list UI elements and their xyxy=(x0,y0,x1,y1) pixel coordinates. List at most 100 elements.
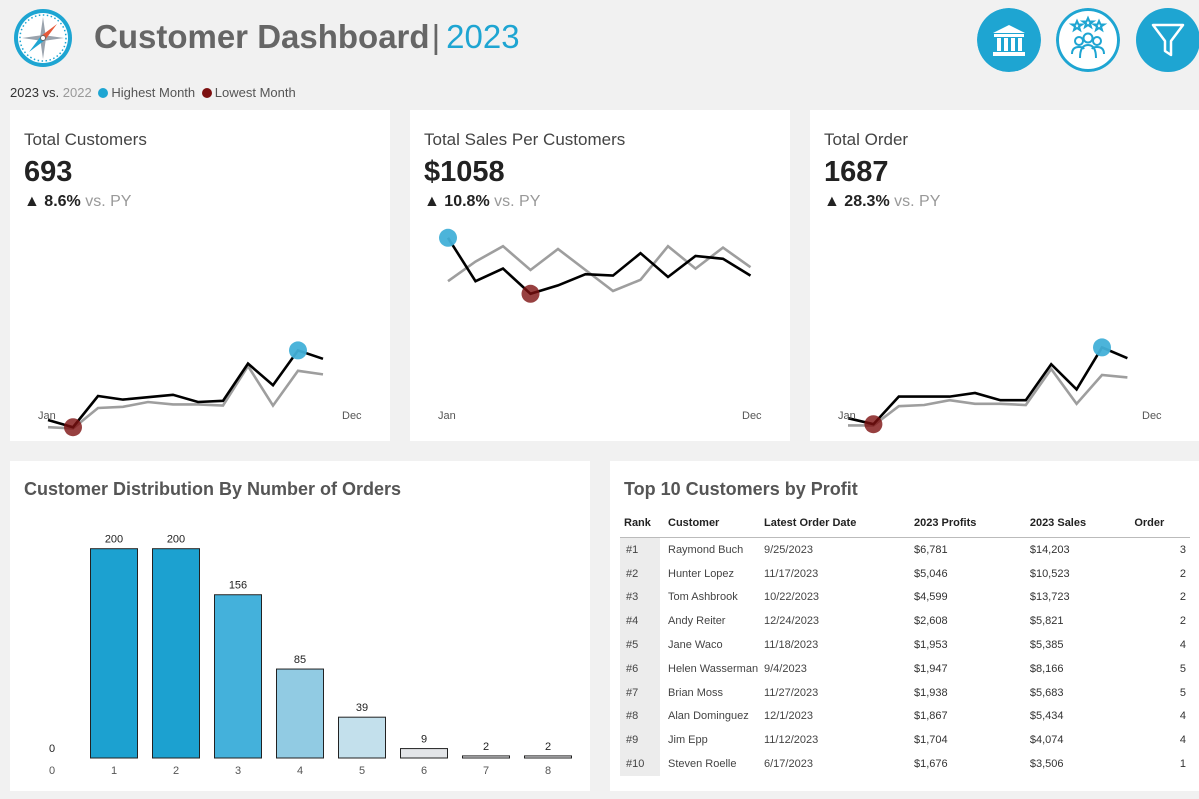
up-arrow-icon: ▲ xyxy=(424,193,440,210)
col-sales[interactable]: 2023 Sales xyxy=(1029,509,1135,538)
highest-month-marker xyxy=(1093,338,1111,357)
kpi-label: Total Sales Per Customers xyxy=(424,130,626,149)
col-order[interactable]: Order xyxy=(1134,509,1190,538)
table-row[interactable]: #5 Jane Waco 11/18/2023 $1,953 $5,385 4 xyxy=(620,633,1190,657)
kpi-value: 1687 xyxy=(824,156,889,188)
order-count-cell: 1 xyxy=(1179,758,1186,771)
rank-cell: #3 xyxy=(620,585,660,610)
customers-group-icon[interactable] xyxy=(1056,8,1120,72)
sales-cell: $5,821 xyxy=(1029,615,1064,628)
highest-month-marker xyxy=(289,341,307,360)
kpi-change-vs: vs. PY xyxy=(494,193,541,210)
up-arrow-icon: ▲ xyxy=(824,193,840,210)
top10-card: Top 10 Customers by Profit Rank Customer… xyxy=(610,461,1199,791)
profit-cell: $1,938 xyxy=(914,686,948,699)
kpi-card-total-customers: Total Customers 693 ▲ 8.6% vs. PY Jan De… xyxy=(10,110,390,441)
bar-orders-3 xyxy=(214,594,262,759)
profit-cell: $4,599 xyxy=(914,591,948,604)
legend-highest: Highest Month xyxy=(111,85,196,100)
bank-icon[interactable] xyxy=(977,8,1041,72)
series-2022-line xyxy=(447,244,752,293)
distribution-card: Customer Distribution By Number of Order… xyxy=(10,461,590,791)
legend-lowest: Lowest Month xyxy=(214,85,296,100)
customer-cell: Tom Ashbrook xyxy=(668,591,738,604)
table-row[interactable]: #10 Steven Roelle 6/17/2023 $1,676 $3,506 1 xyxy=(620,752,1190,776)
top10-table: Rank Customer Latest Order Date 2023 Pro… xyxy=(620,509,1190,776)
bar-value-label: 85 xyxy=(294,654,306,666)
order-count-cell: 4 xyxy=(1179,734,1186,747)
distribution-title: Customer Distribution By Number of Order… xyxy=(24,479,402,499)
table-row[interactable]: #4 Andy Reiter 12/24/2023 $2,608 $5,821 2 xyxy=(620,609,1190,634)
sales-cell: $3,506 xyxy=(1029,758,1064,771)
lowest-month-marker xyxy=(64,418,82,437)
x-axis-label-end: Dec xyxy=(342,410,362,422)
customer-cell: Steven Roelle xyxy=(668,758,737,771)
profit-cell: $1,704 xyxy=(914,734,948,747)
bar-value-label: 2 xyxy=(483,741,489,753)
x-tick-label: 5 xyxy=(359,765,365,777)
up-arrow-icon: ▲ xyxy=(24,193,40,210)
bar-value-label: 0 xyxy=(49,743,55,755)
bar-orders-8 xyxy=(524,755,572,759)
col-customer[interactable]: Customer xyxy=(660,509,764,538)
rank-cell: #5 xyxy=(620,633,660,657)
order-date-cell: 11/12/2023 xyxy=(764,734,819,747)
x-axis-label-end: Dec xyxy=(1142,410,1162,422)
customer-cell: Helen Wasserman xyxy=(668,662,759,675)
x-tick-label: 2 xyxy=(173,765,179,777)
x-axis-label-start: Jan xyxy=(438,410,456,422)
table-row[interactable]: #6 Helen Wasserman 9/4/2023 $1,947 $8,166 5 xyxy=(620,656,1190,681)
kpi-label: Total Order xyxy=(824,130,909,149)
bar-orders-6 xyxy=(400,748,448,759)
sales-cell: $8,166 xyxy=(1029,662,1064,675)
table-row[interactable]: #8 Alan Dominguez 12/1/2023 $1,867 $5,434 4 xyxy=(620,704,1190,729)
order-date-cell: 11/27/2023 xyxy=(764,686,819,699)
sales-cell: $14,203 xyxy=(1029,543,1070,556)
rank-cell: #7 xyxy=(620,680,660,705)
col-profits[interactable]: 2023 Profits xyxy=(914,509,1030,538)
rank-cell: #1 xyxy=(620,537,660,562)
table-row[interactable]: #3 Tom Ashbrook 10/22/2023 $4,599 $13,723 2 xyxy=(620,585,1190,610)
bar-orders-2 xyxy=(152,548,200,759)
x-tick-label: 3 xyxy=(235,765,241,777)
sales-cell: $5,385 xyxy=(1029,639,1064,652)
page-title: Customer Dashboard| 2023 xyxy=(94,18,520,56)
x-axis-label-start: Jan xyxy=(838,410,856,422)
rank-cell: #9 xyxy=(620,728,660,753)
table-row[interactable]: #7 Brian Moss 11/27/2023 $1,938 $5,683 5 xyxy=(620,680,1190,705)
order-count-cell: 4 xyxy=(1179,639,1186,652)
order-count-cell: 4 xyxy=(1179,710,1186,723)
order-date-cell: 9/4/2023 xyxy=(764,662,807,675)
top10-title: Top 10 Customers by Profit xyxy=(624,479,858,499)
bar-orders-5 xyxy=(338,716,386,759)
table-row[interactable]: #2 Hunter Lopez 11/17/2023 $5,046 $10,523 2 xyxy=(620,561,1190,586)
x-tick-label: 0 xyxy=(49,765,55,777)
sales-cell: $5,683 xyxy=(1029,686,1064,699)
col-latest-order-date[interactable]: Latest Order Date xyxy=(764,509,914,538)
order-count-cell: 2 xyxy=(1179,615,1186,628)
profit-cell: $1,947 xyxy=(914,662,948,675)
filter-button[interactable] xyxy=(1136,8,1199,72)
bar-value-label: 9 xyxy=(421,734,427,746)
customer-cell: Raymond Buch xyxy=(668,543,744,556)
table-row[interactable]: #1 Raymond Buch 9/25/2023 $6,781 $14,203 3 xyxy=(620,537,1190,562)
x-tick-label: 4 xyxy=(297,765,303,777)
customer-cell: Brian Moss xyxy=(668,686,724,699)
table-row[interactable]: #9 Jim Epp 11/12/2023 $1,704 $4,074 4 xyxy=(620,728,1190,753)
x-tick-label: 7 xyxy=(483,765,489,777)
table-header-row: Rank Customer Latest Order Date 2023 Pro… xyxy=(620,509,1190,538)
customer-cell: Hunter Lopez xyxy=(668,567,735,580)
kpi-change-pct: 10.8% xyxy=(444,193,490,210)
kpi-change-pct: 8.6% xyxy=(44,193,81,210)
kpi-change-vs: vs. PY xyxy=(85,193,132,210)
order-count-cell: 2 xyxy=(1179,567,1186,580)
legend-current-year: 2023 vs. xyxy=(10,85,60,100)
profit-cell: $1,676 xyxy=(914,758,948,771)
bar-value-label: 2 xyxy=(545,741,551,753)
x-tick-label: 8 xyxy=(545,765,551,777)
title-year: 2023 xyxy=(446,18,520,55)
x-axis-label-start: Jan xyxy=(38,410,56,422)
distribution-bar-chart: 0 0 200 1 200 2 156 3 85 4 39 5 9 6 2 7 2 8 xyxy=(49,534,572,777)
col-rank[interactable]: Rank xyxy=(620,509,660,538)
filter-icon xyxy=(1136,8,1199,72)
